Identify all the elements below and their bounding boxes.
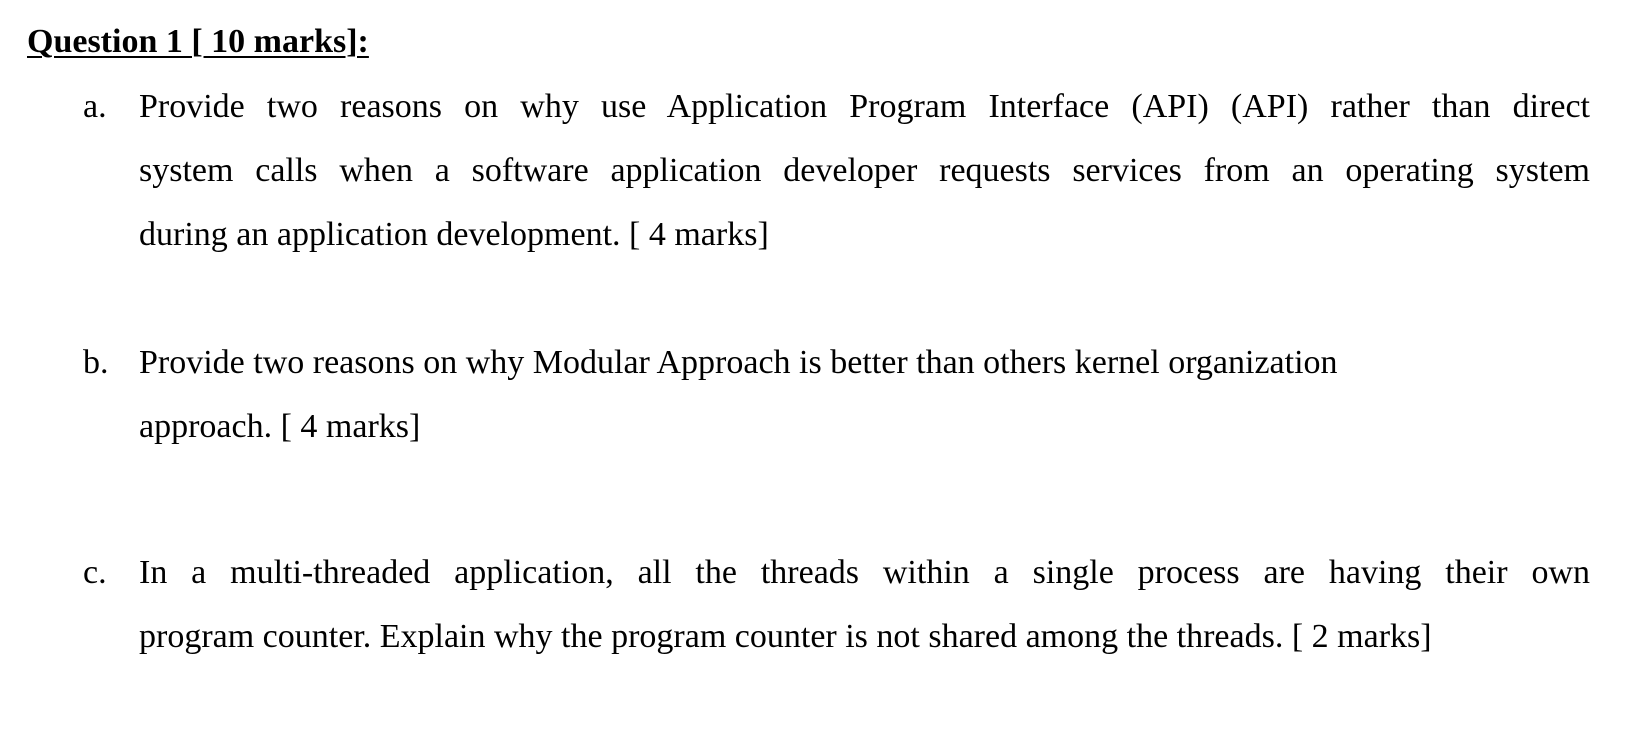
item-text: Provide two reasons on why use Applicati… [139, 75, 1590, 267]
item-marker: a. [83, 88, 107, 125]
item-marker: b. [83, 344, 109, 381]
item-text: In a multi-threaded application, all the… [139, 541, 1590, 669]
item-text-line: system calls when a software application… [139, 152, 1590, 189]
item-marker: c. [83, 554, 107, 591]
item-text: Provide two reasons on why Modular Appro… [139, 331, 1590, 459]
question-heading: Question 1 [ 10 marks]: [27, 23, 369, 60]
item-text-line: Provide two reasons on why use Applicati… [139, 88, 1590, 125]
item-text-line: during an application development. [ 4 m… [139, 216, 769, 253]
item-text-line: approach. [ 4 marks] [139, 408, 421, 445]
item-text-line: In a multi-threaded application, all the… [139, 554, 1590, 591]
document-page: Question 1 [ 10 marks]: a. Provide two r… [0, 0, 1626, 744]
item-text-line: program counter. Explain why the program… [139, 618, 1432, 655]
item-text-line: Provide two reasons on why Modular Appro… [139, 344, 1338, 381]
